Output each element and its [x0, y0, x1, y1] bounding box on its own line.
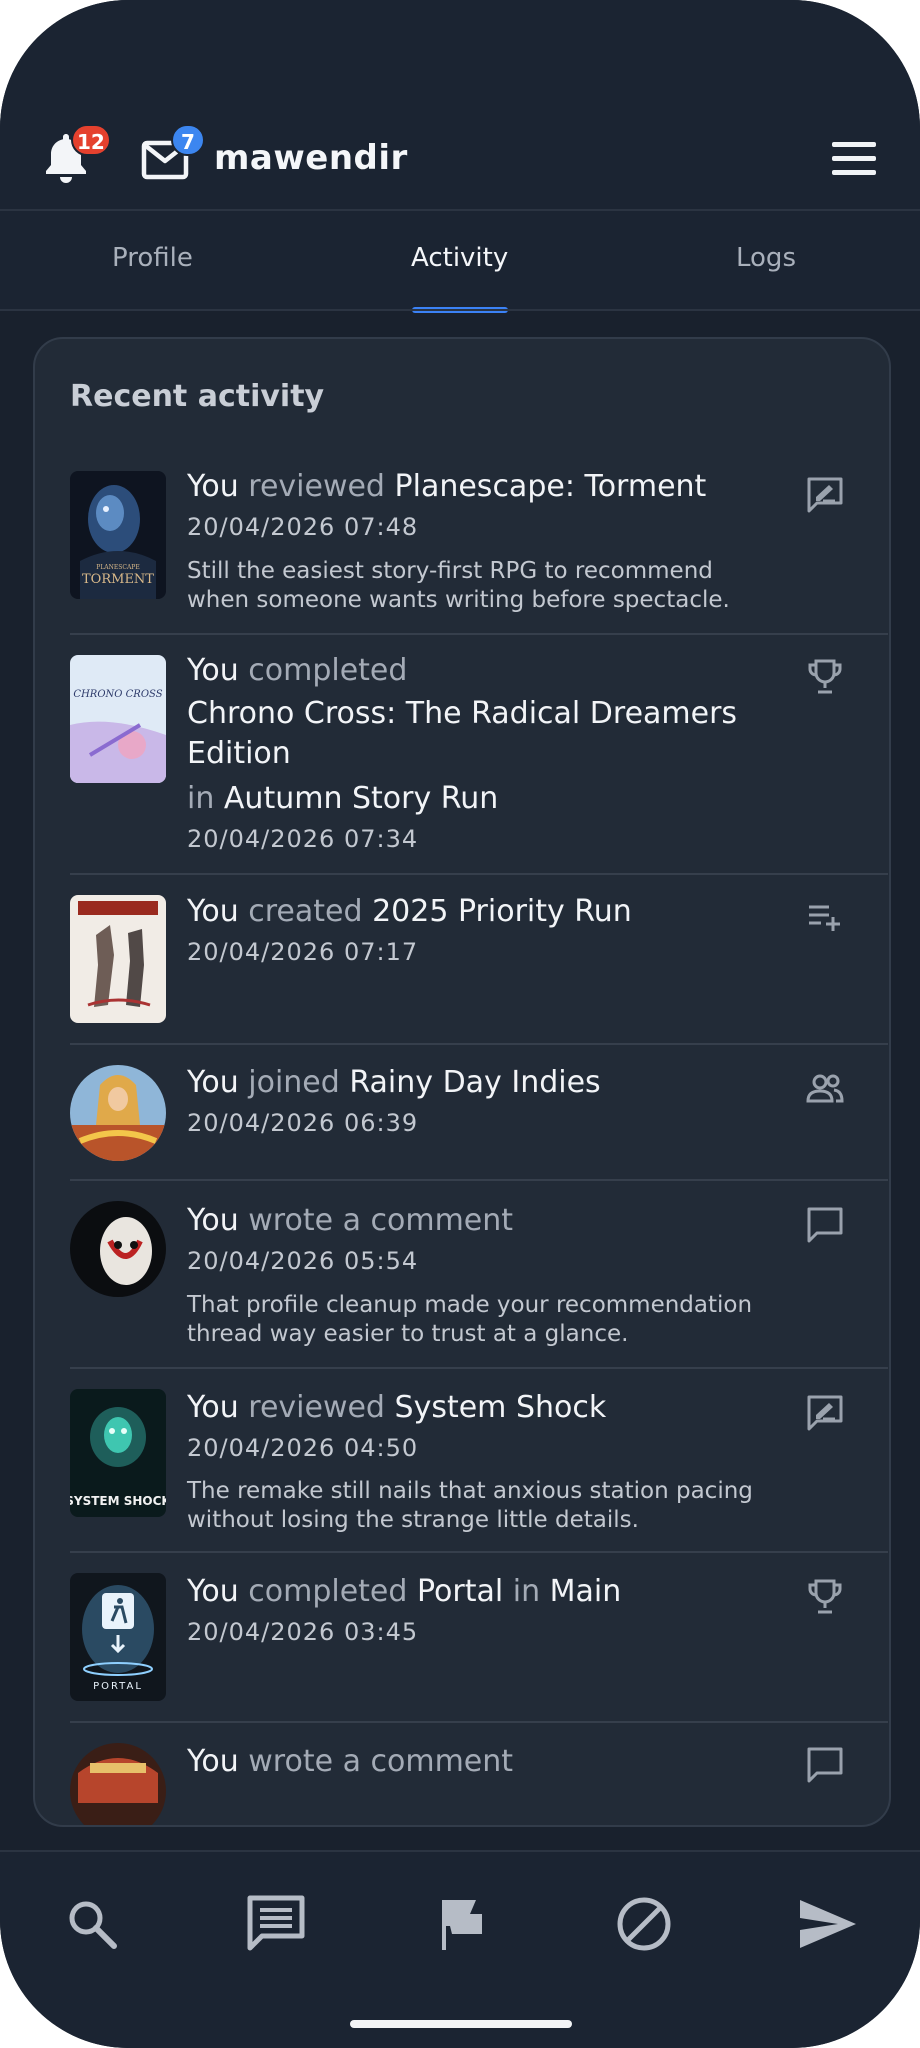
item-divider — [70, 873, 888, 875]
game-thumbnail: SYSTEM SHOCK — [70, 1389, 166, 1517]
search-icon[interactable] — [62, 1894, 122, 1954]
activity-subject: You — [187, 1744, 239, 1779]
activity-target[interactable]: System Shock — [395, 1390, 607, 1425]
activity-target[interactable]: Chrono Cross: The Radical Dreamers Editi… — [187, 694, 747, 774]
activity-target[interactable]: Rainy Day Indies — [349, 1065, 600, 1100]
game-thumbnail: PORTAL — [70, 1573, 166, 1701]
activity-context[interactable]: Main — [550, 1574, 622, 1609]
game-thumbnail: PLANESCAPE TORMENT — [70, 471, 166, 599]
game-thumbnail: CHRONO CROSS — [70, 655, 166, 783]
review-icon — [807, 477, 843, 513]
comment-icon — [807, 1207, 843, 1243]
activity-verb: reviewed — [248, 469, 385, 504]
group-avatar — [70, 1065, 166, 1161]
activity-subject: You — [187, 1574, 239, 1609]
thumb-text: CHRONO CROSS — [73, 689, 162, 700]
tabs-divider — [0, 309, 920, 311]
activity-timestamp: 20/04/2026 03:45 — [187, 1618, 419, 1646]
activity-timestamp: 20/04/2026 07:34 — [187, 825, 419, 853]
comment-icon — [807, 1747, 843, 1783]
activity-snippet: The remake still nails that anxious stat… — [187, 1478, 753, 1533]
review-icon — [807, 1395, 843, 1431]
activity-verb: wrote a comment — [248, 1744, 514, 1779]
item-divider — [70, 1367, 888, 1369]
activity-verb: created — [248, 894, 363, 929]
item-divider — [70, 633, 888, 635]
activity-verb: joined — [248, 1065, 340, 1100]
block-icon[interactable] — [614, 1894, 674, 1954]
recent-activity-card: Recent activity PLANESCAPE TORMENT You r… — [33, 337, 891, 1827]
item-divider — [70, 1043, 888, 1045]
tab-profile[interactable]: Profile — [112, 243, 193, 273]
tab-activity[interactable]: Activity — [411, 243, 508, 273]
send-icon[interactable] — [798, 1894, 858, 1954]
trophy-icon — [808, 659, 842, 694]
activity-subject: You — [187, 1065, 239, 1100]
user-avatar — [70, 1201, 166, 1297]
activity-subject: You — [187, 653, 239, 688]
item-divider — [70, 1551, 888, 1553]
activity-context-prep: in — [187, 781, 215, 816]
tab-logs[interactable]: Logs — [736, 243, 796, 273]
notifications-count-badge: 12 — [71, 124, 111, 156]
phone-screen: 12 7 mawendir Profile Activity Logs Rece… — [0, 0, 920, 2048]
messages-count-badge: 7 — [171, 124, 205, 156]
activity-snippet: Still the easiest story-first RPG to rec… — [187, 558, 730, 613]
activity-timestamp: 20/04/2026 07:17 — [187, 938, 419, 966]
card-title: Recent activity — [70, 379, 325, 414]
activity-subject: You — [187, 1390, 239, 1425]
item-divider — [70, 1721, 888, 1723]
activity-timestamp: 20/04/2026 04:50 — [187, 1434, 419, 1462]
activity-verb: completed — [248, 653, 408, 688]
profile-tabs: Profile Activity Logs — [0, 211, 920, 313]
thumb-text: PORTAL — [93, 1681, 143, 1692]
activity-verb: reviewed — [248, 1390, 385, 1425]
activity-subject: You — [187, 894, 239, 929]
activity-context[interactable]: Autumn Story Run — [224, 781, 498, 816]
activity-subject: You — [187, 1203, 239, 1238]
playlist-add-icon — [809, 905, 840, 931]
thumb-text: SYSTEM SHOCK — [70, 1494, 166, 1508]
hamburger-menu-icon[interactable] — [832, 142, 876, 176]
activity-timestamp: 20/04/2026 07:48 — [187, 513, 419, 541]
activity-verb: wrote a comment — [248, 1203, 514, 1238]
activity-timestamp: 20/04/2026 06:39 — [187, 1109, 419, 1137]
activity-verb: completed — [248, 1574, 408, 1609]
chat-icon[interactable] — [246, 1894, 306, 1954]
activity-timestamp: 20/04/2026 05:54 — [187, 1247, 419, 1275]
top-app-bar — [0, 0, 920, 210]
activity-subject: You — [187, 469, 239, 504]
thumb-text-top: PLANESCAPE — [96, 564, 139, 571]
item-divider — [70, 1179, 888, 1181]
group-icon — [806, 1074, 844, 1103]
flag-icon[interactable] — [430, 1894, 490, 1954]
activity-target[interactable]: Planescape: Torment — [395, 469, 707, 504]
user-avatar — [70, 1743, 166, 1825]
activity-snippet: That profile cleanup made your recommend… — [187, 1292, 753, 1347]
username: mawendir — [214, 138, 408, 178]
trophy-icon — [808, 1579, 842, 1614]
activity-context-prep: in — [512, 1574, 541, 1609]
home-indicator[interactable] — [350, 2020, 572, 2028]
game-thumbnail — [70, 895, 166, 1023]
activity-target[interactable]: 2025 Priority Run — [372, 894, 632, 929]
activity-target[interactable]: Portal — [417, 1574, 503, 1609]
thumb-text: TORMENT — [82, 572, 154, 587]
